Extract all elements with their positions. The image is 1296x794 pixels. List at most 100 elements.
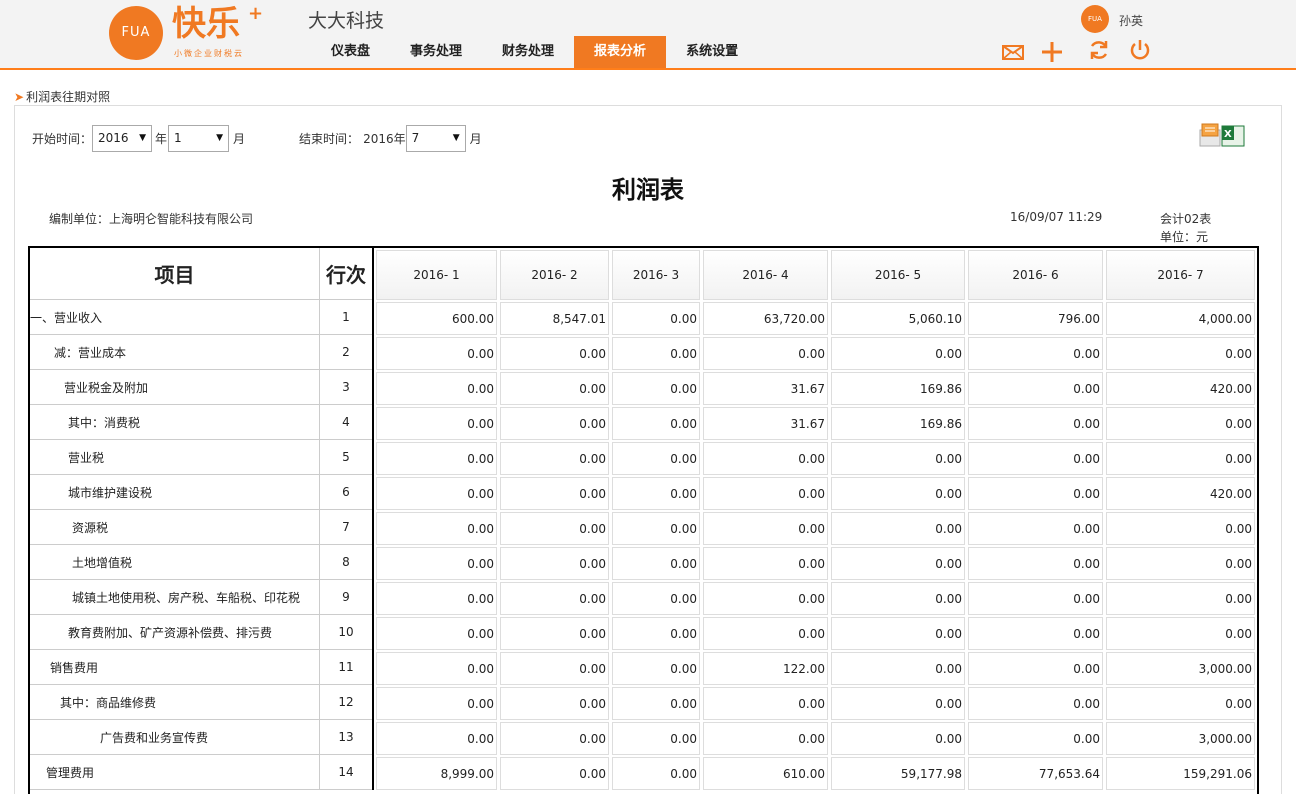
table-row: 销售费用 11 <box>30 650 372 685</box>
value-row: 0.00 0.00 0.00 0.00 0.00 0.00 0.00 <box>376 615 1258 650</box>
value-cell: 3,000.00 <box>1106 652 1255 685</box>
nav-finance[interactable]: 财务处理 <box>482 36 574 68</box>
value-cell: 0.00 <box>612 477 700 510</box>
mail-icon[interactable] <box>1001 40 1025 64</box>
row-line-number: 3 <box>342 380 350 394</box>
value-cell: 0.00 <box>500 372 609 405</box>
value-cell: 0.00 <box>612 582 700 615</box>
value-cell: 5,060.10 <box>831 302 965 335</box>
value-cell: 0.00 <box>500 687 609 720</box>
arrow-icon: ➤ <box>14 90 25 104</box>
row-line-number: 11 <box>338 660 354 674</box>
value-cell: 0.00 <box>500 337 609 370</box>
value-cell: 0.00 <box>1106 407 1255 440</box>
end-month-suffix: 月 <box>469 131 482 146</box>
value-cell: 122.00 <box>703 652 828 685</box>
value-cell: 600.00 <box>376 302 497 335</box>
value-cell: 0.00 <box>612 617 700 650</box>
value-cell: 0.00 <box>612 757 700 790</box>
value-cell: 0.00 <box>968 582 1103 615</box>
row-line-number: 6 <box>342 485 350 499</box>
value-cell: 0.00 <box>831 652 965 685</box>
power-icon[interactable] <box>1128 38 1152 62</box>
end-label: 结束时间： <box>299 131 360 146</box>
month-suffix: 月 <box>233 131 246 146</box>
export-excel-icon[interactable]: X <box>1198 122 1248 150</box>
end-year-text: 2016年 <box>363 131 406 146</box>
value-cell: 0.00 <box>376 547 497 580</box>
column-header: 2016- 3 <box>612 250 700 300</box>
value-cell: 0.00 <box>500 757 609 790</box>
value-cell: 0.00 <box>703 512 828 545</box>
report-code-value: 会计02表 <box>1160 212 1212 226</box>
value-cell: 420.00 <box>1106 477 1255 510</box>
row-item-label: 土地增值税 <box>30 545 320 579</box>
nav-settings[interactable]: 系统设置 <box>666 36 758 68</box>
value-row: 0.00 0.00 0.00 122.00 0.00 0.00 3,000.00 <box>376 650 1258 685</box>
value-cell: 0.00 <box>968 722 1103 755</box>
nav-transactions[interactable]: 事务处理 <box>390 36 482 68</box>
avatar[interactable]: FUA <box>1081 5 1109 33</box>
user-name[interactable]: 孙英 <box>1119 12 1143 29</box>
row-line-number: 7 <box>342 520 350 534</box>
add-icon[interactable] <box>1040 40 1064 64</box>
value-cell: 3,000.00 <box>1106 722 1255 755</box>
value-cell: 796.00 <box>968 302 1103 335</box>
item-column: 项目 行次 一、营业收入 1 减：营业成本 2 营业税金及附加 3 其中：消费税 4 营业税 5 城… <box>30 248 374 790</box>
nav-dashboard[interactable]: 仪表盘 <box>311 36 390 68</box>
table-row: 营业税 5 <box>30 440 372 475</box>
value-cell: 0.00 <box>703 442 828 475</box>
row-line-number: 9 <box>342 590 350 604</box>
value-cell: 0.00 <box>612 687 700 720</box>
value-cell: 31.67 <box>703 407 828 440</box>
logo-plus: + <box>248 3 264 24</box>
value-cell: 0.00 <box>968 617 1103 650</box>
value-cell: 0.00 <box>831 687 965 720</box>
value-cell: 0.00 <box>703 337 828 370</box>
date-filters: 开始时间： 2016 ▼ 年 1 ▼ 月 结束时间： 2016年 7 ▼ 月 <box>32 124 482 152</box>
row-line-number: 8 <box>342 555 350 569</box>
value-cell: 31.67 <box>703 372 828 405</box>
value-cell: 0.00 <box>612 407 700 440</box>
row-item-label: 城镇土地使用税、房产税、车船税、印花税 <box>30 580 320 614</box>
refresh-icon[interactable] <box>1087 38 1111 62</box>
report-code: 会计02表 单位：元 <box>1160 210 1211 246</box>
column-header: 2016- 6 <box>968 250 1103 300</box>
dropdown-caret-icon: ▼ <box>139 132 147 143</box>
value-cell: 0.00 <box>703 617 828 650</box>
period-columns: 2016- 1 2016- 2 2016- 3 2016- 4 2016- 5 2016-… <box>376 248 1258 790</box>
value-cell: 0.00 <box>500 477 609 510</box>
row-item-label: 教育费附加、矿产资源补偿费、排污费 <box>30 615 320 649</box>
value-cell: 0.00 <box>703 477 828 510</box>
value-cell: 0.00 <box>376 442 497 475</box>
report-unit: 单位：元 <box>1160 230 1209 244</box>
table-row: 其中：消费税 4 <box>30 405 372 440</box>
value-row: 8,999.00 0.00 0.00 610.00 59,177.98 77,653.64… <box>376 755 1258 790</box>
value-cell: 0.00 <box>1106 582 1255 615</box>
table-row: 减：营业成本 2 <box>30 335 372 370</box>
value-cell: 169.86 <box>831 407 965 440</box>
value-cell: 0.00 <box>376 477 497 510</box>
value-row: 600.00 8,547.01 0.00 63,720.00 5,060.10 796.0… <box>376 300 1258 335</box>
value-cell: 8,547.01 <box>500 302 609 335</box>
end-month-value: 7 <box>411 130 420 145</box>
value-cell: 0.00 <box>376 687 497 720</box>
value-cell: 0.00 <box>968 477 1103 510</box>
value-cell: 0.00 <box>612 547 700 580</box>
nav-reports[interactable]: 报表分析 <box>574 36 667 68</box>
start-year-select[interactable]: 2016 ▼ <box>92 124 153 152</box>
row-line-number: 4 <box>342 415 350 429</box>
logo-subtitle: 小微企业财税云 <box>174 49 244 58</box>
row-line-number: 1 <box>342 310 350 324</box>
start-month-select[interactable]: 1 ▼ <box>168 124 230 152</box>
value-cell: 0.00 <box>968 652 1103 685</box>
end-month-select[interactable]: 7 ▼ <box>405 124 466 152</box>
table-row: 城市维护建设税 6 <box>30 475 372 510</box>
value-row: 0.00 0.00 0.00 0.00 0.00 0.00 0.00 <box>376 335 1258 370</box>
row-item-label: 城市维护建设税 <box>30 475 320 509</box>
value-cell: 0.00 <box>831 582 965 615</box>
value-cell: 0.00 <box>1106 512 1255 545</box>
column-header: 2016- 2 <box>500 250 609 300</box>
value-cell: 0.00 <box>831 337 965 370</box>
value-cell: 0.00 <box>1106 337 1255 370</box>
